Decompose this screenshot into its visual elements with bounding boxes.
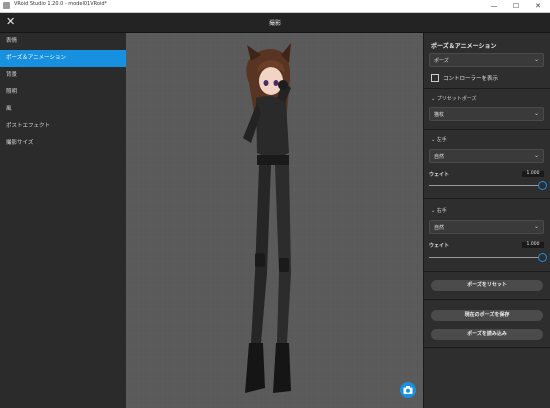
- divider: [424, 299, 550, 300]
- divider: [424, 129, 550, 130]
- right-hand-header[interactable]: ⌄ 右手: [431, 207, 447, 214]
- maximize-button[interactable]: ☐: [505, 0, 527, 12]
- right-hand-label: 右手: [436, 208, 447, 214]
- sidebar-item-capture-size[interactable]: 撮影サイズ: [0, 135, 126, 152]
- left-hand-header[interactable]: ⌄ 左手: [431, 136, 447, 143]
- right-hand-dropdown[interactable]: 自然 ⌄: [429, 220, 544, 234]
- app-icon: [3, 2, 10, 9]
- pose-mode-value: ポーズ: [434, 58, 449, 64]
- preset-pose-value: 猫杖: [434, 112, 445, 118]
- pose-panel: ポーズ＆アニメーション ポーズ ⌄ コントローラーを表示 ⌄ プリセットポーズ …: [423, 33, 550, 408]
- right-hand-weight-value[interactable]: 1.000: [522, 242, 544, 248]
- chevron-down-icon: ⌄: [533, 152, 539, 159]
- right-hand-value: 自然: [434, 225, 445, 231]
- minimize-button[interactable]: —: [483, 0, 505, 12]
- right-hand-weight-knob[interactable]: [538, 253, 547, 262]
- sidebar-item-background[interactable]: 背景: [0, 67, 126, 84]
- sidebar-item-pose-animation[interactable]: ポーズ＆アニメーション: [0, 50, 126, 67]
- chevron-down-icon: ⌄: [533, 110, 539, 117]
- load-pose-button[interactable]: ポーズを読み込み: [431, 329, 543, 340]
- save-pose-button[interactable]: 現在のポーズを保存: [431, 310, 543, 321]
- sidebar-item-post-effect[interactable]: ポストエフェクト: [0, 118, 126, 135]
- left-hand-weight-label: ウェイト: [429, 172, 450, 178]
- preset-pose-header[interactable]: ⌄ プリセットポーズ: [431, 95, 477, 102]
- divider: [424, 198, 550, 199]
- left-hand-label: 左手: [436, 137, 447, 143]
- sidebar-item-lighting[interactable]: 照明: [0, 84, 126, 101]
- preset-pose-dropdown[interactable]: 猫杖 ⌄: [429, 107, 544, 121]
- reset-pose-button[interactable]: ポーズをリセット: [431, 280, 543, 291]
- controller-checkbox[interactable]: [431, 74, 439, 82]
- left-hand-value: 自然: [434, 154, 445, 160]
- divider: [424, 271, 550, 272]
- controller-checkbox-label: コントローラーを表示: [443, 76, 499, 82]
- left-hand-weight-value[interactable]: 1.000: [522, 171, 544, 177]
- app-header: ✕ 撮影: [0, 13, 550, 33]
- left-hand-weight-knob[interactable]: [538, 181, 547, 190]
- right-hand-weight-label: ウェイト: [429, 243, 450, 249]
- sidebar-item-expression[interactable]: 表情: [0, 33, 126, 50]
- camera-icon: [403, 386, 413, 394]
- left-hand-dropdown[interactable]: 自然 ⌄: [429, 149, 544, 163]
- chevron-down-icon: ⌄: [533, 56, 539, 63]
- pose-mode-dropdown[interactable]: ポーズ ⌄: [429, 53, 544, 67]
- left-hand-weight-slider[interactable]: [429, 185, 541, 186]
- divider: [424, 88, 550, 89]
- window-title: VRoid Studio 1.20.0 - model01VRoid*: [14, 1, 108, 7]
- camera-button[interactable]: [400, 382, 416, 398]
- window-titlebar: VRoid Studio 1.20.0 - model01VRoid* — ☐ …: [0, 0, 550, 13]
- sidebar: 表情 ポーズ＆アニメーション 背景 照明 風 ポストエフェクト 撮影サイズ: [0, 33, 126, 408]
- window-close-button[interactable]: ✕: [527, 0, 549, 12]
- sidebar-item-wind[interactable]: 風: [0, 101, 126, 118]
- chevron-down-icon: ⌄: [533, 223, 539, 230]
- divider: [424, 347, 550, 348]
- avatar-model[interactable]: [221, 43, 331, 403]
- right-hand-weight-slider[interactable]: [429, 257, 541, 258]
- page-title: 撮影: [268, 20, 281, 27]
- panel-title: ポーズ＆アニメーション: [431, 43, 497, 50]
- 3d-viewport[interactable]: [126, 33, 423, 408]
- preset-pose-label: プリセットポーズ: [436, 96, 477, 102]
